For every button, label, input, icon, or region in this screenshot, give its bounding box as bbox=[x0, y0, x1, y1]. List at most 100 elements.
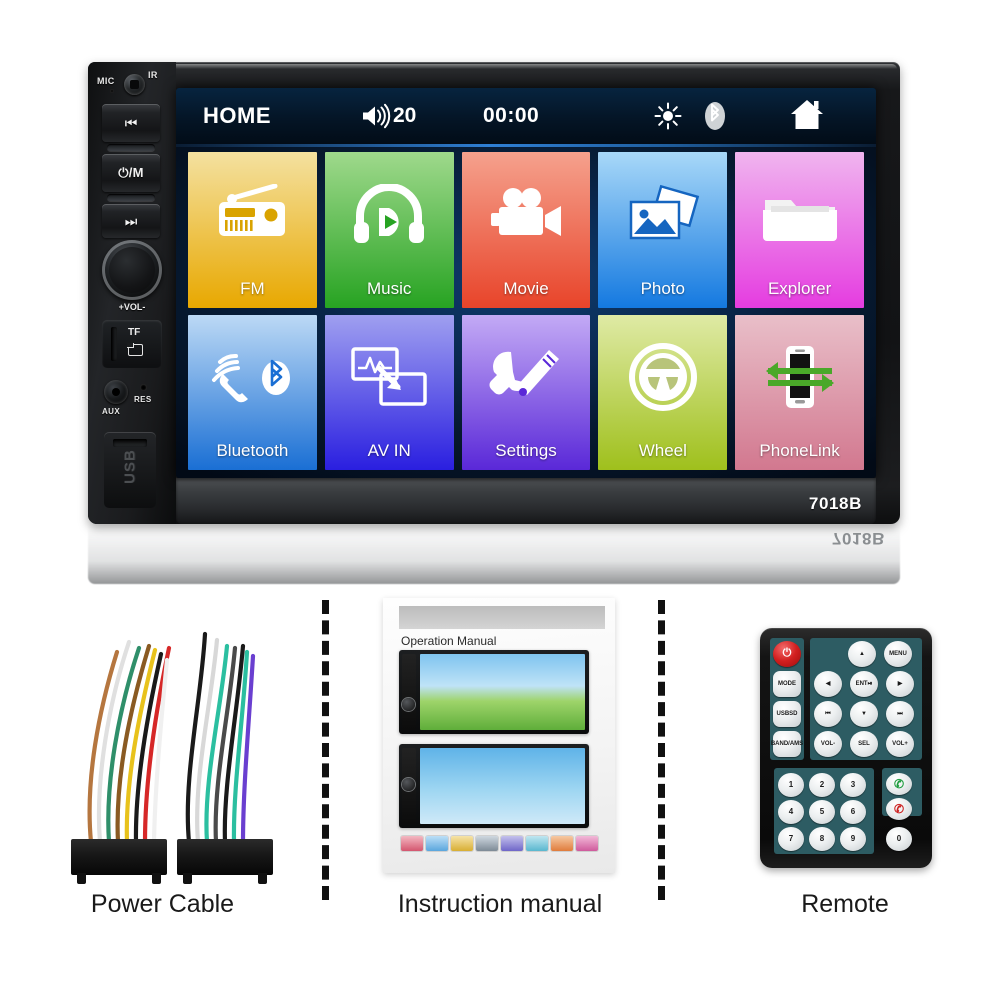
feature-chip bbox=[551, 836, 573, 851]
app-tile-grid: FM Music Movie Photo Explorer Bluetooth AV IN S… bbox=[188, 152, 864, 470]
volume-indicator[interactable]: 20 bbox=[361, 103, 416, 129]
tile-photo[interactable]: Photo bbox=[598, 152, 728, 308]
aux-label: AUX bbox=[102, 407, 121, 416]
mic-label: MIC bbox=[97, 76, 115, 86]
tile-label: Explorer bbox=[767, 278, 832, 298]
av-in-icon bbox=[325, 315, 454, 441]
statusbar-underline bbox=[176, 144, 876, 147]
power-button[interactable]: ⏻ bbox=[773, 641, 801, 667]
manual-page: Operation Manual bbox=[383, 598, 615, 873]
keypad-2[interactable]: 2 bbox=[809, 773, 835, 797]
divider-left bbox=[322, 600, 329, 900]
power-mode-label: ⏻/M bbox=[118, 165, 144, 180]
volume-value: 20 bbox=[393, 104, 417, 127]
usb-sd-button[interactable]: USB SD bbox=[773, 701, 801, 727]
manual-screen-windmill bbox=[420, 748, 585, 824]
left-button[interactable]: ◀ bbox=[814, 671, 842, 697]
instruction-manual-image: Operation Manual bbox=[383, 598, 615, 873]
keypad-9[interactable]: 9 bbox=[840, 827, 866, 851]
tile-bluetooth[interactable]: Bluetooth bbox=[188, 314, 317, 470]
tile-label: PhoneLink bbox=[759, 441, 840, 460]
remote-body: ⏻ MODE USB SD BAND/AMS ▲ MENU ◀ ENT ⏯ ▶ ⏮ ▼ ⏭ VOL- SEL V… bbox=[760, 628, 932, 868]
volume-down-button[interactable]: VOL- bbox=[814, 731, 842, 757]
tf-card-slot[interactable]: TF bbox=[102, 320, 162, 368]
end-call-button[interactable]: ✆ bbox=[886, 798, 912, 820]
head-unit-section: MIC IR ⏮ ⏻/M ⏭ +VOL- TF RES AUX USB HOME… bbox=[0, 0, 1000, 584]
prev-track-button[interactable]: ⏮ bbox=[814, 701, 842, 727]
keypad-0[interactable]: 0 bbox=[886, 827, 912, 851]
down-button[interactable]: ▼ bbox=[850, 701, 878, 727]
band-ams-button[interactable]: BAND/AMS bbox=[771, 731, 803, 757]
cable-wires-icon bbox=[87, 631, 256, 845]
tile-movie[interactable]: Movie bbox=[461, 152, 591, 308]
screen-background: HOME 20 00:00 FM Music Movie Photo Explo… bbox=[176, 88, 876, 478]
divider-right bbox=[658, 600, 665, 900]
keypad-1[interactable]: 1 bbox=[778, 773, 804, 797]
next-track-button[interactable]: ⏭ bbox=[886, 701, 914, 727]
aux-jack[interactable] bbox=[104, 380, 128, 404]
next-track-button[interactable]: ⏭ bbox=[102, 204, 160, 238]
feature-chip bbox=[501, 836, 523, 851]
photos-icon bbox=[598, 152, 727, 278]
ir-label: IR bbox=[148, 70, 158, 80]
tile-settings[interactable]: Settings bbox=[461, 314, 591, 470]
steering-icon bbox=[598, 315, 727, 441]
usb-port[interactable]: USB bbox=[104, 432, 156, 508]
head-unit-body: MIC IR ⏮ ⏻/M ⏭ +VOL- TF RES AUX USB HOME… bbox=[88, 62, 900, 524]
tile-phonelink[interactable]: PhoneLink bbox=[735, 314, 864, 470]
microphone-hole bbox=[110, 89, 114, 93]
reset-pinhole[interactable] bbox=[140, 384, 147, 391]
keypad-6[interactable]: 6 bbox=[840, 800, 866, 824]
volume-knob[interactable] bbox=[102, 240, 162, 300]
keypad-3[interactable]: 3 bbox=[840, 773, 866, 797]
manual-unit-bottom bbox=[399, 744, 589, 828]
keypad-7[interactable]: 7 bbox=[778, 827, 804, 851]
feature-chip bbox=[576, 836, 598, 851]
caption-instruction-manual: Instruction manual bbox=[397, 890, 603, 918]
manual-unit-controls bbox=[402, 654, 416, 730]
keypad-8[interactable]: 8 bbox=[809, 827, 835, 851]
model-number-reflection: 7018B bbox=[831, 529, 885, 548]
home-button[interactable] bbox=[789, 98, 825, 137]
bluetooth-icon bbox=[705, 102, 725, 130]
up-button[interactable]: ▲ bbox=[848, 641, 876, 667]
tf-label: TF bbox=[128, 327, 141, 338]
right-button[interactable]: ▶ bbox=[886, 671, 914, 697]
tile-av-in[interactable]: AV IN bbox=[324, 314, 454, 470]
keypad-5[interactable]: 5 bbox=[809, 800, 835, 824]
manual-unit-top bbox=[399, 650, 589, 734]
tile-music[interactable]: Music bbox=[324, 152, 454, 308]
status-home-text: HOME bbox=[203, 103, 271, 128]
tile-label: Bluetooth bbox=[216, 441, 289, 460]
folder-icon bbox=[735, 152, 864, 278]
tile-label: Wheel bbox=[638, 441, 687, 460]
enter-play-pause-button[interactable]: ENT ⏯ bbox=[850, 671, 878, 697]
camcorder-icon bbox=[462, 152, 591, 278]
tile-explorer[interactable]: Explorer bbox=[735, 152, 864, 308]
menu-button[interactable]: MENU bbox=[884, 641, 912, 667]
feature-chip bbox=[426, 836, 448, 851]
select-button[interactable]: SEL bbox=[850, 731, 878, 757]
status-bar: HOME 20 00:00 bbox=[176, 88, 876, 144]
touchscreen[interactable]: HOME 20 00:00 FM Music Movie Photo Explo… bbox=[176, 88, 876, 478]
brightness-button[interactable] bbox=[654, 102, 682, 135]
tile-label: Settings bbox=[495, 441, 557, 460]
feature-chip bbox=[401, 836, 423, 851]
iso-connector-left bbox=[71, 839, 167, 884]
keypad-4[interactable]: 4 bbox=[778, 800, 804, 824]
volume-knob-label: +VOL- bbox=[118, 302, 146, 312]
tile-fm[interactable]: FM bbox=[188, 152, 317, 308]
answer-call-button[interactable]: ✆ bbox=[886, 773, 912, 795]
volume-up-button[interactable]: VOL+ bbox=[886, 731, 914, 757]
phonelink-icon bbox=[735, 315, 864, 441]
prev-track-button[interactable]: ⏮ bbox=[102, 104, 160, 142]
power-mode-button[interactable]: ⏻/M bbox=[102, 154, 160, 192]
caption-remote: Remote bbox=[801, 890, 889, 918]
bluetooth-status-button[interactable] bbox=[704, 101, 726, 136]
tile-wheel[interactable]: Wheel bbox=[598, 314, 728, 470]
power-cable-image bbox=[55, 590, 290, 884]
tile-label: Photo bbox=[640, 278, 685, 298]
remote-control-image: ⏻ MODE USB SD BAND/AMS ▲ MENU ◀ ENT ⏯ ▶ ⏮ ▼ ⏭ VOL- SEL V… bbox=[760, 628, 932, 868]
feature-chip bbox=[476, 836, 498, 851]
mode-button[interactable]: MODE bbox=[773, 671, 801, 697]
